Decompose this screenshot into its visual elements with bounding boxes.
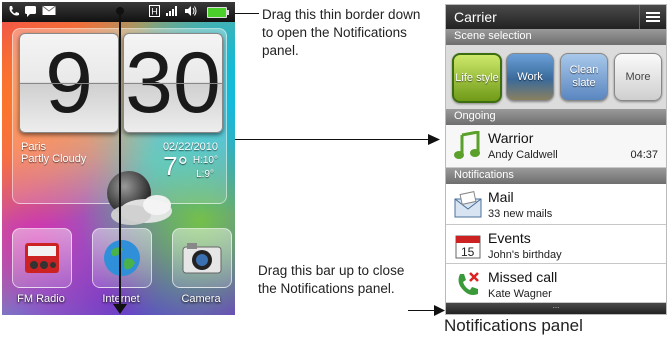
camera-icon: [182, 243, 222, 274]
ongoing-music-item[interactable]: Warrior Andy Caldwell 04:37: [446, 125, 666, 168]
callout-arrowhead-bottom: [434, 305, 445, 316]
battery-icon: [207, 7, 229, 18]
callout-close-panel: Drag this bar up to close the Notificati…: [258, 263, 405, 296]
ongoing-label: Ongoing: [454, 110, 496, 122]
svg-text:H: H: [151, 7, 158, 17]
scene-work-label: Work: [517, 70, 543, 83]
drag-down-arrowhead: [113, 304, 127, 314]
events-title: Events: [488, 230, 531, 246]
clock-hour-card: 9: [19, 33, 119, 133]
callout-line-panel: [235, 139, 433, 140]
signal-icon: [165, 5, 179, 21]
scene-clean-slate-button[interactable]: Clean slate: [560, 53, 608, 101]
scene-work-button[interactable]: Work: [506, 53, 554, 101]
scene-more-label: More: [625, 70, 651, 83]
home-screen: H 9 30 Paris Partly Cloudy 02/22/2010 7°…: [2, 2, 235, 315]
scene-selector: Life style Work Clean slate More: [446, 45, 666, 109]
panel-close-bar[interactable]: ...: [446, 301, 666, 314]
internet-app[interactable]: [92, 228, 152, 288]
weather-low: L:9°: [196, 169, 214, 180]
panel-caption: Notifications panel: [444, 316, 583, 335]
missed-call-title: Missed call: [488, 269, 558, 285]
phone-call-icon: [8, 5, 20, 21]
clock-minute-card: 30: [123, 33, 223, 133]
scene-lifestyle-label: Life style: [455, 71, 499, 84]
camera-label: Camera: [181, 293, 221, 305]
calendar-icon: 15: [455, 235, 481, 259]
weather-condition: Partly Cloudy: [21, 153, 87, 165]
missed-call-subtitle: Kate Wagner: [488, 288, 552, 300]
hsdpa-icon: H: [149, 5, 160, 21]
carrier-name: Carrier: [454, 9, 497, 25]
scene-more-button[interactable]: More: [614, 53, 662, 101]
fm-radio-label: FM Radio: [17, 293, 65, 305]
weather-high: H:10°: [192, 155, 218, 166]
fm-radio-app[interactable]: [12, 228, 72, 288]
globe-icon: [104, 240, 140, 276]
ongoing-artist: Andy Caldwell: [488, 149, 558, 161]
ongoing-title: Warrior: [488, 130, 534, 146]
ongoing-time: 04:37: [630, 149, 658, 161]
message-icon: [24, 5, 37, 21]
email-icon: [42, 5, 56, 20]
scene-selection-label: Scene selection: [454, 30, 532, 42]
callout-open-panel: Drag this thin border down to open the N…: [262, 7, 421, 58]
menu-button[interactable]: [639, 5, 666, 29]
callout-line-top: [235, 13, 259, 14]
scene-lifestyle-button[interactable]: Life style: [452, 53, 502, 103]
camera-app[interactable]: [172, 228, 232, 288]
mail-subtitle: 33 new mails: [488, 208, 553, 220]
missed-call-icon: [458, 272, 479, 295]
events-subtitle: John's birthday: [488, 249, 562, 261]
notification-events-item[interactable]: 15 Events John's birthday: [446, 225, 666, 264]
callout-arrowhead-panel: [428, 134, 440, 145]
notifications-label: Notifications: [454, 169, 514, 181]
mail-title: Mail: [488, 189, 514, 205]
drag-down-arrow-line: [119, 10, 121, 310]
panel-header: Carrier: [446, 5, 666, 29]
footer-grip: ...: [552, 301, 560, 310]
partly-cloudy-icon: [107, 171, 172, 225]
mail-icon: [454, 191, 482, 218]
volume-icon: [184, 5, 198, 21]
notification-mail-item[interactable]: Mail 33 new mails: [446, 184, 666, 225]
scene-selection-header: Scene selection: [446, 29, 666, 45]
ongoing-header: Ongoing: [446, 109, 666, 125]
notification-missed-call-item[interactable]: Missed call Kate Wagner: [446, 264, 666, 303]
weather-city: Paris: [21, 141, 47, 153]
notifications-panel: Carrier Scene selection Life style Work …: [445, 4, 667, 315]
radio-icon: [25, 243, 59, 273]
calendar-day: 15: [461, 245, 475, 259]
scene-clean-slate-label: Clean slate: [569, 64, 599, 89]
music-note-icon: [454, 131, 480, 159]
notifications-header: Notifications: [446, 168, 666, 184]
